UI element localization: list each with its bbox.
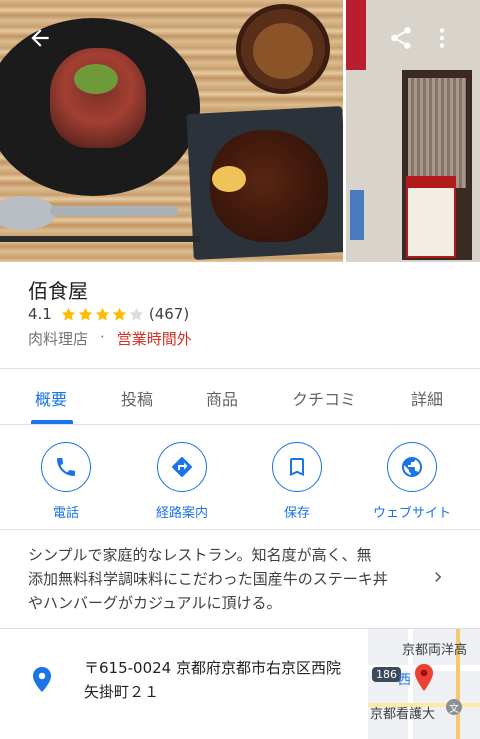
tab-details[interactable]: 詳細 — [411, 386, 443, 410]
divider — [0, 529, 480, 530]
chevron-right-icon[interactable] — [428, 567, 448, 587]
more-vert-icon[interactable] — [428, 24, 456, 52]
star-icon — [129, 307, 144, 320]
description-line: シンプルで家庭的なレストラン。知名度が高く、無 — [28, 546, 372, 564]
map-label-school: 京都両洋高 — [402, 643, 468, 658]
review-count[interactable]: (467) — [149, 305, 189, 323]
star-icon — [78, 307, 93, 320]
directions-icon[interactable] — [157, 442, 207, 492]
egg-shape — [212, 166, 246, 192]
map-thumbnail[interactable]: 京都両洋高 186 西 京都看護大 文 — [368, 629, 480, 739]
address-line: 〒615-0024 京都府京都市右京区西院 — [84, 659, 341, 677]
tab-reviews[interactable]: クチコミ — [292, 386, 356, 410]
directions-button[interactable]: 経路案内 — [132, 442, 232, 521]
description-line: 添加無料科学調味料にこだわった国産牛のステーキ丼 — [28, 570, 388, 588]
tab-bar: 概要 投稿 商品 クチコミ 詳細 — [0, 368, 480, 424]
place-description[interactable]: シンプルで家庭的なレストラン。知名度が高く、無 添加無料科学調味料にこだわった国… — [28, 543, 408, 615]
bookmark-icon[interactable] — [272, 442, 322, 492]
website-label: ウェブサイト — [372, 506, 451, 521]
steak-bowl-shape — [50, 48, 146, 148]
address-line: 矢掛町２１ — [84, 683, 160, 701]
directions-label: 経路案内 — [155, 506, 208, 521]
tab-posts[interactable]: 投稿 — [121, 386, 153, 410]
arrow-back-icon[interactable] — [26, 24, 54, 52]
save-button[interactable]: 保存 — [247, 442, 347, 521]
chopsticks-shape — [0, 236, 200, 242]
garnish-shape — [74, 64, 118, 94]
website-button[interactable]: ウェブサイト — [362, 442, 462, 521]
place-title: 佰食屋 — [28, 279, 88, 303]
route-badge: 186 — [372, 667, 401, 682]
spoon-handle-shape — [50, 206, 178, 216]
storefront-curtain-shape — [408, 78, 466, 188]
rating-value: 4.1 — [28, 305, 52, 323]
divider — [0, 424, 480, 425]
soup-bowl-shape — [236, 4, 330, 94]
tab-products[interactable]: 商品 — [206, 386, 238, 410]
category-row: 肉料理店 · 営業時間外 — [28, 328, 192, 349]
category-label: 肉料理店 — [28, 330, 89, 348]
globe-icon[interactable] — [387, 442, 437, 492]
storefront-sign-bar-shape — [406, 176, 456, 188]
storefront-sign-shape — [406, 176, 456, 258]
tab-overview[interactable]: 概要 — [35, 386, 67, 410]
map-label-station: 西 — [398, 673, 412, 688]
map-poi-icon: 文 — [446, 699, 462, 715]
map-marker-icon — [412, 663, 436, 693]
map-label-university: 京都看護大 — [370, 707, 436, 722]
call-button[interactable]: 電話 — [16, 442, 116, 521]
location-pin-icon — [30, 666, 54, 694]
address-text[interactable]: 〒615-0024 京都府京都市右京区西院 矢掛町２１ — [84, 656, 364, 704]
storefront-banner-shape — [350, 190, 364, 240]
share-icon[interactable] — [387, 24, 415, 52]
photo-gallery[interactable] — [0, 0, 480, 262]
separator-dot: · — [100, 328, 105, 346]
call-label: 電話 — [52, 506, 79, 521]
spoon-shape — [0, 196, 56, 230]
star-icon — [95, 307, 110, 320]
star-icon — [112, 307, 127, 320]
rating-row[interactable]: 4.1 (467) — [28, 305, 189, 323]
star-rating — [60, 306, 145, 323]
phone-icon[interactable] — [41, 442, 91, 492]
description-line: やハンバーグがカジュアルに頂ける。 — [28, 594, 282, 612]
storefront-awning-shape — [346, 0, 366, 70]
star-icon — [61, 307, 76, 320]
save-label: 保存 — [283, 506, 310, 521]
open-status[interactable]: 営業時間外 — [117, 328, 192, 349]
